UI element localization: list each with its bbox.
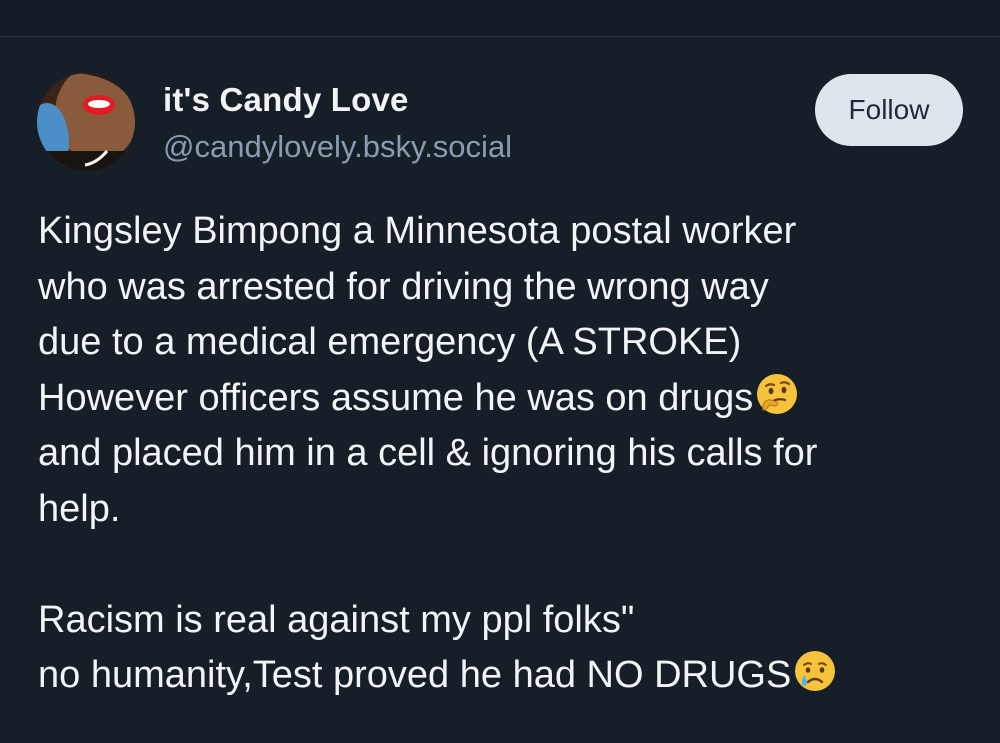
post-line: Racism is real against my ppl folks" bbox=[38, 598, 635, 641]
post-line: no humanity,Test proved he had NO DRUGS bbox=[38, 654, 792, 696]
post-line-with-emoji: no humanity,Test proved he had NO DRUGS bbox=[38, 648, 968, 704]
author-handle[interactable]: @candylovely.bsky.social bbox=[163, 129, 512, 165]
post-line: and placed him in a cell & ignoring his … bbox=[38, 432, 818, 474]
post-screen: it's Candy Love @candylovely.bsky.social… bbox=[0, 0, 1000, 743]
thinking-face-icon bbox=[757, 373, 798, 414]
avatar[interactable] bbox=[37, 73, 135, 171]
post-line: due to a medical emergency (A STROKE) bbox=[38, 321, 742, 363]
avatar-photo-icon bbox=[37, 73, 135, 171]
post-card: it's Candy Love @candylovely.bsky.social… bbox=[0, 37, 1000, 743]
post-line-with-emoji: However officers assume he was on drugs bbox=[38, 371, 968, 427]
top-bar bbox=[0, 0, 1000, 37]
crying-face-icon bbox=[795, 651, 836, 691]
post-line: Kingsley Bimpong a Minnesota postal work… bbox=[38, 210, 797, 252]
post-line: help. bbox=[38, 487, 121, 530]
follow-button[interactable]: Follow bbox=[815, 74, 963, 146]
paragraph-break bbox=[38, 537, 968, 593]
post-line: However officers assume he was on drugs bbox=[38, 376, 754, 419]
author-display-name[interactable]: it's Candy Love bbox=[163, 81, 409, 119]
post-line: who was arrested for driving the wrong w… bbox=[38, 265, 769, 308]
post-text: Kingsley Bimpong a Minnesota postal work… bbox=[38, 204, 968, 704]
